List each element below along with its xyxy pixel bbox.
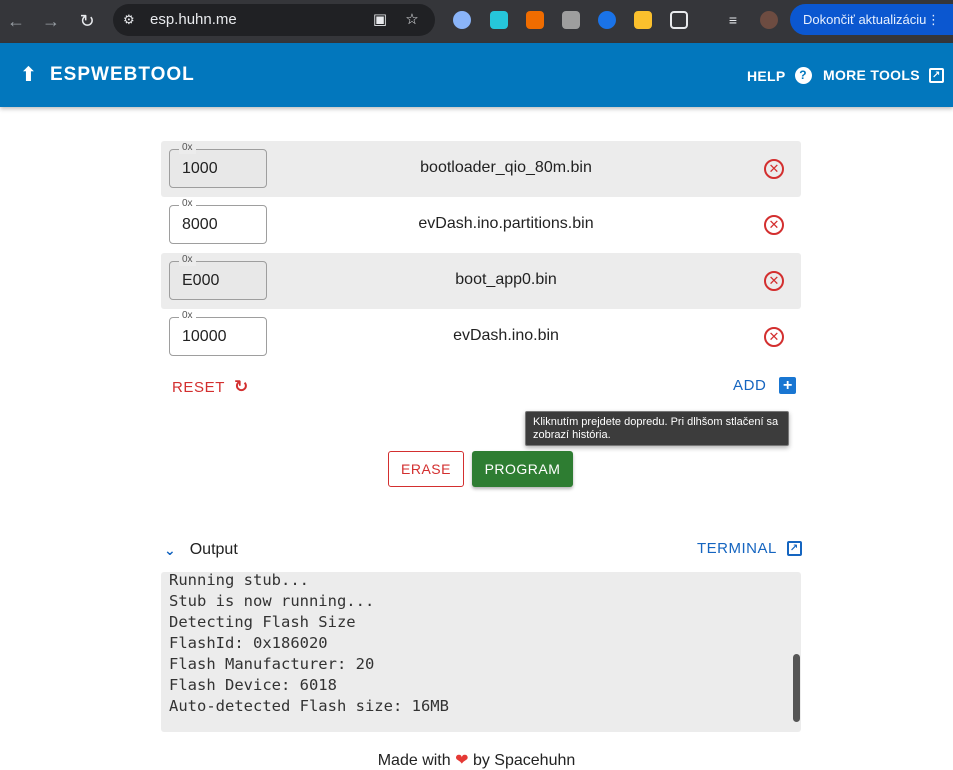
terminal-label: TERMINAL	[697, 540, 777, 557]
back-icon[interactable]: ←	[5, 10, 27, 32]
bookmark-star-icon[interactable]: ☆	[403, 11, 421, 29]
console-line: Auto-detected Flash size: 16MB	[169, 697, 449, 715]
more-tools-label: MORE TOOLS	[823, 67, 920, 83]
browser-tooltip: Kliknutím prejdete dopredu. Pri dlhšom s…	[525, 411, 789, 446]
update-label: Dokončiť aktualizáciu	[803, 12, 927, 27]
open-external-icon: ↗	[928, 67, 944, 83]
file-row: 0x 10000 evDash.ino.bin ✕	[161, 309, 801, 365]
console-line: Flash Device: 6018	[169, 676, 337, 694]
offset-prefix-label: 0x	[179, 254, 196, 266]
reload-icon[interactable]: ↻	[76, 10, 98, 32]
file-name[interactable]: bootloader_qio_80m.bin	[321, 159, 691, 177]
offset-field[interactable]: 0x 1000	[169, 142, 267, 188]
footer: Made with ❤ by Spacehuhn	[0, 750, 953, 770]
file-name[interactable]: evDash.ino.partitions.bin	[321, 215, 691, 233]
app-title-text: ESPWEBTOOL	[50, 63, 195, 85]
console-line: FlashId: 0x186020	[169, 634, 328, 652]
offset-field[interactable]: 0x E000	[169, 254, 267, 300]
remove-file-icon[interactable]: ✕	[764, 327, 784, 347]
browser-toolbar: ← → ↻ ⚙ esp.huhn.me ▣ ☆ ≡ Dokončiť aktua…	[0, 0, 953, 43]
remove-file-icon[interactable]: ✕	[764, 271, 784, 291]
update-browser-button[interactable]: Dokončiť aktualizáciu ⋮	[790, 4, 953, 35]
offset-value: 1000	[182, 160, 218, 177]
upload-icon: ⬆	[20, 64, 38, 86]
help-label: HELP	[747, 67, 786, 84]
console-line: Detecting Flash Size	[169, 613, 356, 631]
camera-extension-icon[interactable]	[562, 11, 580, 29]
address-bar[interactable]: ⚙ esp.huhn.me ▣ ☆	[113, 4, 435, 36]
file-name[interactable]: boot_app0.bin	[321, 271, 691, 289]
extension-icon[interactable]	[526, 11, 544, 29]
offset-value: E000	[182, 272, 220, 289]
refresh-icon: ↻	[234, 377, 249, 396]
file-row: 0x 8000 evDash.ino.partitions.bin ✕	[161, 197, 801, 253]
site-settings-icon[interactable]: ⚙	[123, 12, 139, 28]
reset-button[interactable]: RESET ↻	[172, 377, 249, 397]
footer-suffix[interactable]: by Spacehuhn	[473, 752, 575, 769]
offset-prefix-label: 0x	[179, 310, 196, 322]
add-file-button[interactable]: ADD +	[733, 377, 797, 394]
console-scrollbar[interactable]	[793, 654, 800, 722]
console-lines: Running stub... Stub is now running... D…	[161, 572, 449, 717]
remove-file-icon[interactable]: ✕	[764, 159, 784, 179]
remove-file-icon[interactable]: ✕	[764, 215, 784, 235]
console-line: Flash Manufacturer: 20	[169, 655, 375, 673]
install-app-icon[interactable]: ▣	[371, 11, 389, 29]
offset-field[interactable]: 0x 8000	[169, 198, 267, 244]
footer-prefix: Made with	[377, 752, 451, 769]
more-menu-icon[interactable]: ⋮	[927, 4, 940, 35]
add-icon: +	[779, 377, 797, 394]
more-tools-link[interactable]: MORE TOOLS ↗	[823, 67, 944, 83]
heart-icon: ❤	[455, 752, 469, 769]
file-name[interactable]: evDash.ino.bin	[321, 327, 691, 345]
extension-icon[interactable]	[634, 11, 652, 29]
extension-icon[interactable]	[453, 11, 471, 29]
file-row: 0x 1000 bootloader_qio_80m.bin ✕	[161, 141, 801, 197]
erase-button[interactable]: ERASE	[388, 451, 464, 487]
offset-value: 8000	[182, 216, 218, 233]
console-line: Stub is now running...	[169, 592, 375, 610]
help-icon: ?	[794, 67, 812, 84]
terminal-link[interactable]: TERMINAL ↗	[697, 540, 802, 557]
offset-field[interactable]: 0x 10000	[169, 310, 267, 356]
offset-prefix-label: 0x	[179, 142, 196, 154]
chevron-down-icon: ⌄	[164, 541, 176, 558]
avatar[interactable]	[760, 11, 778, 29]
extension-icon[interactable]	[598, 11, 616, 29]
console-line: Running stub...	[169, 572, 309, 589]
add-label: ADD	[733, 377, 767, 394]
forward-icon[interactable]: →	[40, 10, 62, 32]
extension-icon[interactable]	[490, 11, 508, 29]
app-header: ⬆ ESPWEBTOOL HELP ? MORE TOOLS ↗	[0, 43, 953, 107]
file-row: 0x E000 boot_app0.bin ✕	[161, 253, 801, 309]
offset-prefix-label: 0x	[179, 198, 196, 210]
puzzle-icon[interactable]	[670, 11, 688, 29]
url-text: esp.huhn.me	[150, 11, 237, 28]
media-control-icon[interactable]: ≡	[724, 11, 742, 29]
program-button[interactable]: PROGRAM	[472, 451, 573, 487]
reset-label: RESET	[172, 378, 226, 396]
open-external-icon: ↗	[786, 541, 802, 556]
help-link[interactable]: HELP ?	[747, 67, 812, 84]
app-title[interactable]: ⬆ ESPWEBTOOL	[20, 62, 195, 87]
output-console[interactable]: Running stub... Stub is now running... D…	[161, 572, 801, 732]
output-title: Output	[189, 541, 238, 558]
offset-value: 10000	[182, 328, 227, 345]
output-toggle[interactable]: ⌄ Output	[164, 541, 238, 559]
